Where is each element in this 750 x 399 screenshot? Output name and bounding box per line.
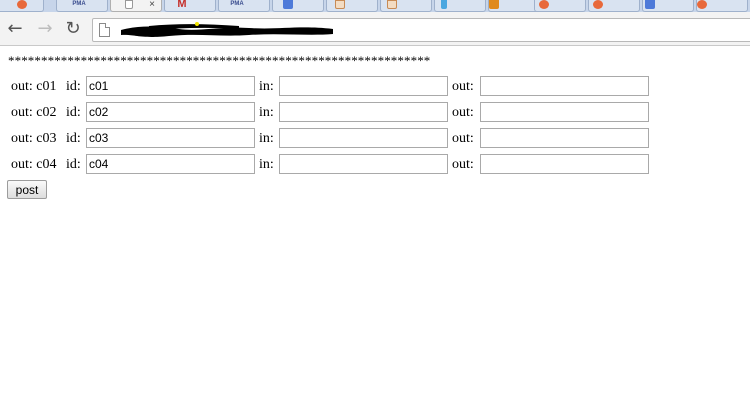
in-input[interactable] <box>279 128 448 148</box>
tab-9[interactable] <box>434 0 486 12</box>
id-label: id: <box>66 157 81 172</box>
id-label: id: <box>66 105 81 120</box>
google-icon <box>645 0 655 9</box>
person-icon <box>441 0 447 9</box>
in-input[interactable] <box>279 154 448 174</box>
id-input[interactable] <box>86 128 255 148</box>
tab-7[interactable] <box>326 0 378 12</box>
out-input[interactable] <box>480 76 649 96</box>
gplus-icon <box>593 0 603 9</box>
tab-strip: PMA × M PMA <box>0 0 750 12</box>
tab-8[interactable] <box>380 0 432 12</box>
in-label: in: <box>259 79 274 94</box>
phpmyadmin-icon: PMA <box>230 1 244 7</box>
id-label: id: <box>66 131 81 146</box>
gmail-icon: M <box>177 0 187 10</box>
form-row: out: c01 id: in: out: <box>0 76 750 98</box>
form-row: out: c04 id: in: out: <box>0 154 750 176</box>
out-label: out: <box>452 157 474 172</box>
out-label: out: <box>452 131 474 146</box>
google-icon <box>283 0 293 9</box>
in-label: in: <box>259 105 274 120</box>
phpmyadmin-icon: PMA <box>72 1 86 7</box>
amazon-icon <box>489 0 499 9</box>
out-input[interactable] <box>480 102 649 122</box>
id-input[interactable] <box>86 76 255 96</box>
tab-5[interactable]: PMA <box>218 0 270 12</box>
tab-6[interactable] <box>272 0 324 12</box>
post-button[interactable]: post <box>7 180 47 199</box>
tab-14[interactable] <box>696 0 748 12</box>
row-out-prefix: out: c03 <box>11 131 57 146</box>
id-input[interactable] <box>86 102 255 122</box>
in-label: in: <box>259 131 274 146</box>
address-bar[interactable] <box>92 18 750 42</box>
tab-1[interactable] <box>0 0 44 12</box>
tab-10[interactable] <box>488 0 540 12</box>
form-row: out: c03 id: in: out: <box>0 128 750 150</box>
in-label: in: <box>259 157 274 172</box>
document-icon <box>387 0 397 9</box>
forward-button[interactable]: → <box>34 19 56 39</box>
id-input[interactable] <box>86 154 255 174</box>
browser-toolbar: ← → ↻ <box>0 12 750 46</box>
row-out-prefix: out: c02 <box>11 105 57 120</box>
back-button[interactable]: ← <box>4 19 26 39</box>
gplus-icon <box>697 0 707 9</box>
id-label: id: <box>66 79 81 94</box>
tab-12[interactable] <box>588 0 640 12</box>
in-input[interactable] <box>279 102 448 122</box>
out-input[interactable] <box>480 154 649 174</box>
document-icon <box>335 0 345 9</box>
out-label: out: <box>452 79 474 94</box>
out-label: out: <box>452 105 474 120</box>
tab-4[interactable]: M <box>164 0 216 12</box>
form-row: out: c02 id: in: out: <box>0 102 750 124</box>
tab-2[interactable]: PMA <box>56 0 108 12</box>
page-icon <box>99 23 110 37</box>
in-input[interactable] <box>279 76 448 96</box>
tab-11[interactable] <box>534 0 586 12</box>
asterisk-divider: ****************************************… <box>8 53 431 68</box>
gplus-icon <box>17 0 27 9</box>
reload-button[interactable]: ↻ <box>62 19 84 39</box>
close-icon[interactable]: × <box>149 0 155 10</box>
out-input[interactable] <box>480 128 649 148</box>
row-out-prefix: out: c04 <box>11 157 57 172</box>
redacted-url <box>121 22 333 37</box>
gplus-icon <box>539 0 549 9</box>
row-out-prefix: out: c01 <box>11 79 57 94</box>
tab-active[interactable]: × <box>110 0 162 12</box>
blank-page-icon <box>125 0 133 9</box>
tab-13[interactable] <box>642 0 694 12</box>
